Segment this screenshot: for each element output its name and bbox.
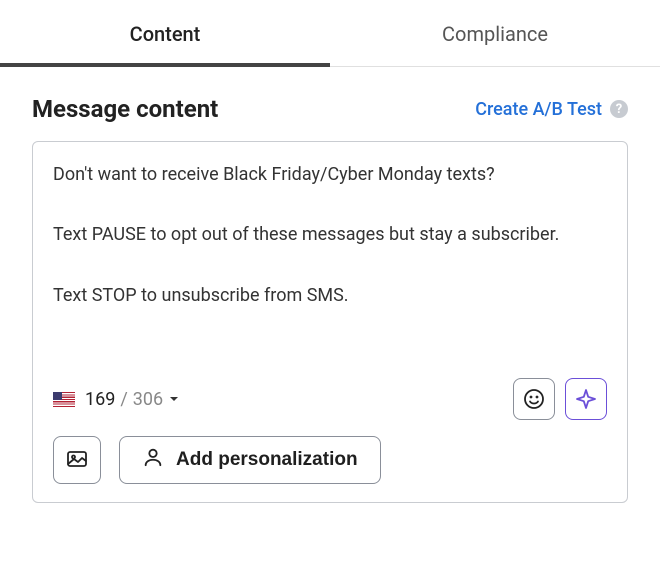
char-count-current: 169: [85, 389, 115, 410]
tabs: Content Compliance: [0, 0, 660, 67]
ab-test-group: Create A/B Test ?: [475, 99, 628, 120]
create-ab-test-link[interactable]: Create A/B Test: [475, 99, 602, 120]
message-box: Don't want to receive Black Friday/Cyber…: [32, 141, 628, 503]
page-title: Message content: [32, 95, 218, 123]
add-image-button[interactable]: [53, 436, 101, 484]
help-icon[interactable]: ?: [610, 100, 628, 118]
tab-content-label: Content: [130, 22, 201, 46]
ai-sparkle-button[interactable]: [565, 378, 607, 420]
person-icon: [142, 446, 164, 474]
counter-right: [513, 378, 607, 420]
bottom-actions: Add personalization: [53, 436, 607, 484]
section-header: Message content Create A/B Test ?: [32, 95, 628, 123]
counter-left: 169 / 306: [53, 389, 180, 410]
chevron-down-icon: [168, 393, 180, 405]
add-personalization-button[interactable]: Add personalization: [119, 436, 381, 484]
char-count-limit: 306: [133, 389, 163, 410]
image-icon: [65, 447, 89, 474]
message-textarea[interactable]: Don't want to receive Black Friday/Cyber…: [53, 160, 607, 360]
us-flag-icon: [53, 392, 75, 407]
emoji-button[interactable]: [513, 378, 555, 420]
counter-row: 169 / 306: [53, 378, 607, 420]
char-count-slash: /: [120, 389, 127, 410]
sparkle-icon: [574, 387, 598, 411]
tab-compliance-label: Compliance: [442, 22, 548, 46]
tab-content[interactable]: Content: [0, 0, 330, 66]
tab-compliance[interactable]: Compliance: [330, 0, 660, 66]
content-area: Message content Create A/B Test ? Don't …: [0, 67, 660, 523]
character-counter-dropdown[interactable]: 169 / 306: [85, 389, 180, 410]
add-personalization-label: Add personalization: [176, 449, 358, 471]
smiley-icon: [522, 387, 546, 411]
